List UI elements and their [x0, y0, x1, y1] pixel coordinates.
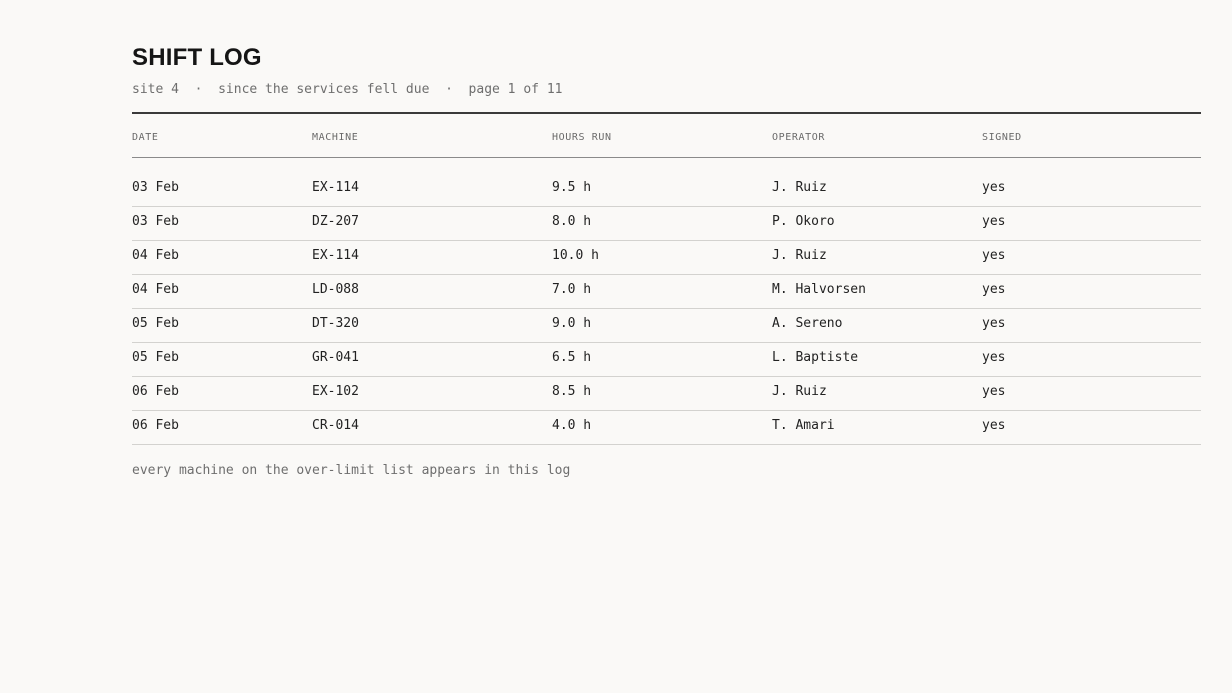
cell-machine: LD-088 [312, 282, 359, 297]
cell-signed: yes [982, 180, 1006, 195]
cell-machine: EX-102 [312, 384, 359, 399]
cell-machine: EX-114 [312, 248, 359, 263]
cell-operator: J. Ruiz [772, 248, 827, 263]
cell-machine: EX-114 [312, 180, 359, 195]
cell-operator: M. Halvorsen [772, 282, 866, 297]
table-body: 03 Feb EX-114 9.5 h J. Ruiz yes 03 Feb D… [132, 173, 1201, 445]
cell-hours-run: 10.0 h [552, 248, 599, 263]
cell-hours-run: 4.0 h [552, 418, 592, 433]
cell-hours-run: 9.5 h [552, 180, 592, 195]
column-header-operator: OPERATOR [772, 132, 825, 143]
cell-signed: yes [982, 282, 1006, 297]
cell-date: 05 Feb [132, 350, 179, 365]
cell-signed: yes [982, 384, 1006, 399]
cell-signed: yes [982, 418, 1006, 433]
cell-signed: yes [982, 316, 1006, 331]
footnote: every machine on the over-limit list app… [132, 463, 571, 478]
cell-machine: CR-014 [312, 418, 359, 433]
table-row: 03 Feb DZ-207 8.0 h P. Okoro yes [132, 207, 1201, 241]
table-row: 04 Feb LD-088 7.0 h M. Halvorsen yes [132, 275, 1201, 309]
page-title: SHIFT LOG [132, 44, 262, 71]
cell-hours-run: 7.0 h [552, 282, 592, 297]
table-row: 06 Feb CR-014 4.0 h T. Amari yes [132, 411, 1201, 445]
column-header-date: DATE [132, 132, 159, 143]
cell-date: 04 Feb [132, 282, 179, 297]
cell-signed: yes [982, 214, 1006, 229]
cell-operator: P. Okoro [772, 214, 835, 229]
cell-machine: GR-041 [312, 350, 359, 365]
cell-date: 03 Feb [132, 180, 179, 195]
column-header-hours-run: HOURS RUN [552, 132, 612, 143]
table-row: 04 Feb EX-114 10.0 h J. Ruiz yes [132, 241, 1201, 275]
column-header-machine: MACHINE [312, 132, 359, 143]
cell-signed: yes [982, 248, 1006, 263]
header-divider [132, 157, 1201, 158]
cell-operator: T. Amari [772, 418, 835, 433]
page-subtitle: site 4 · since the services fell due · p… [132, 82, 563, 97]
cell-date: 06 Feb [132, 384, 179, 399]
table-row: 03 Feb EX-114 9.5 h J. Ruiz yes [132, 173, 1201, 207]
cell-date: 05 Feb [132, 316, 179, 331]
cell-date: 04 Feb [132, 248, 179, 263]
cell-signed: yes [982, 350, 1006, 365]
table-row: 05 Feb GR-041 6.5 h L. Baptiste yes [132, 343, 1201, 377]
cell-operator: J. Ruiz [772, 180, 827, 195]
column-header-signed: SIGNED [982, 132, 1022, 143]
cell-hours-run: 6.5 h [552, 350, 592, 365]
cell-date: 06 Feb [132, 418, 179, 433]
cell-date: 03 Feb [132, 214, 179, 229]
table-row: 05 Feb DT-320 9.0 h A. Sereno yes [132, 309, 1201, 343]
cell-hours-run: 8.0 h [552, 214, 592, 229]
cell-operator: J. Ruiz [772, 384, 827, 399]
cell-hours-run: 9.0 h [552, 316, 592, 331]
cell-hours-run: 8.5 h [552, 384, 592, 399]
cell-operator: A. Sereno [772, 316, 843, 331]
cell-machine: DT-320 [312, 316, 359, 331]
cell-machine: DZ-207 [312, 214, 359, 229]
title-divider [132, 112, 1201, 114]
table-header: DATE MACHINE HOURS RUN OPERATOR SIGNED [132, 130, 1201, 146]
table-row: 06 Feb EX-102 8.5 h J. Ruiz yes [132, 377, 1201, 411]
cell-operator: L. Baptiste [772, 350, 859, 365]
